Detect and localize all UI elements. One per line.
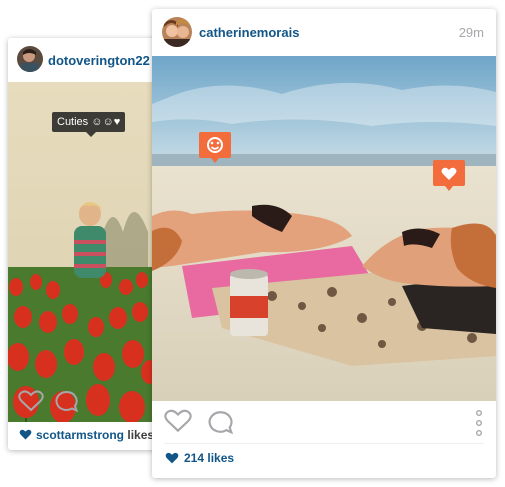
heart-filled-icon xyxy=(19,429,32,440)
comment-bubble-icon[interactable] xyxy=(55,390,79,412)
heart-tag[interactable] xyxy=(433,160,465,197)
heart-filled-icon xyxy=(165,452,179,464)
post-username[interactable]: dotoverington22 xyxy=(48,53,150,68)
smiley-face-tag[interactable] xyxy=(199,132,231,169)
more-vertical-icon[interactable] xyxy=(475,410,483,436)
post-username[interactable]: catherinemorais xyxy=(199,25,299,40)
photo-tag-bubble[interactable]: Cuties ☺☺♥ xyxy=(52,112,126,137)
likes-count[interactable]: 214 likes xyxy=(165,451,234,465)
divider xyxy=(164,443,484,444)
likes-count-text: 214 likes xyxy=(184,451,235,465)
likes-line: scottarmstrong likes t xyxy=(19,428,161,442)
avatar[interactable] xyxy=(162,17,192,47)
front-post-card: catherinemorais 29m 214 likes xyxy=(152,9,496,478)
likes-username[interactable]: scottarmstrong xyxy=(36,428,124,442)
post-header: catherinemorais 29m xyxy=(152,9,496,56)
comment-bubble-icon[interactable] xyxy=(208,410,234,434)
avatar[interactable] xyxy=(17,46,43,72)
post-timestamp: 29m xyxy=(458,25,484,40)
heart-outline-icon[interactable] xyxy=(164,409,192,433)
heart-outline-icon[interactable] xyxy=(18,390,44,412)
post-photo[interactable] xyxy=(152,56,496,401)
photo-tag-text: Cuties ☺☺♥ xyxy=(57,116,121,128)
